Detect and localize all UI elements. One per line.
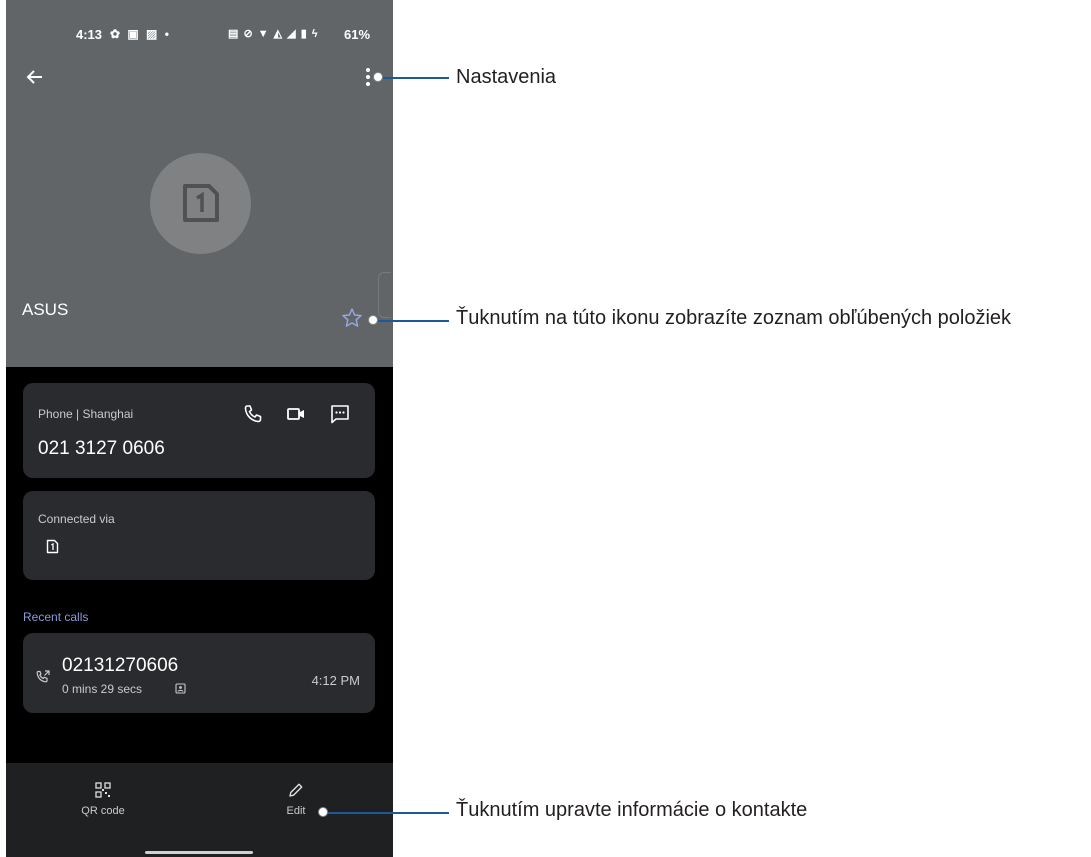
phone-type-label: Phone | Shanghai	[38, 407, 134, 421]
video-call-button[interactable]	[285, 403, 307, 425]
favorites-callout-label: Ťuknutím na túto ikonu zobrazíte zoznam …	[456, 307, 1012, 329]
contact-avatar	[150, 153, 251, 254]
pencil-icon	[289, 783, 303, 797]
contact-card-icon	[175, 683, 186, 694]
side-panel-handle[interactable]	[378, 272, 391, 318]
call-time: 4:12 PM	[311, 673, 360, 688]
notification-icons: ✿ ▣ ▨ •	[110, 27, 171, 41]
sim-card-1-icon	[183, 184, 219, 222]
call-number: 02131270606	[62, 655, 179, 676]
settings-callout-dot	[373, 72, 383, 82]
video-call-icon	[287, 408, 304, 420]
phone-number[interactable]: 021 3127 0606	[38, 438, 165, 460]
recent-calls-title: Recent calls	[23, 610, 89, 624]
arrow-left-icon	[26, 70, 42, 84]
message-button[interactable]	[329, 403, 351, 425]
recent-call-item[interactable]: 02131270606 0 mins 29 secs 4:12 PM	[23, 633, 375, 713]
back-button[interactable]	[20, 62, 50, 92]
connected-via-label: Connected via	[38, 512, 115, 526]
call-button[interactable]	[242, 403, 264, 425]
favorites-callout-dot	[368, 315, 378, 325]
edit-callout-dot	[318, 807, 328, 817]
call-duration: 0 mins 29 secs	[62, 682, 143, 696]
edit-callout-label: Ťuknutím upravte informácie o kontakte	[456, 799, 808, 821]
qr-code-label: QR code	[81, 805, 125, 817]
settings-callout-line	[377, 77, 449, 79]
star-outline-icon	[342, 308, 362, 327]
phone-number-card[interactable]: Phone | Shanghai 021 3127 0606	[23, 383, 375, 478]
status-time: 4:13	[76, 27, 103, 42]
edit-button[interactable]: Edit	[266, 781, 326, 821]
settings-callout-label: Nastavenia	[456, 66, 557, 88]
sim-card-1-icon	[46, 539, 59, 554]
bottom-action-bar: QR code Edit	[6, 763, 393, 857]
edit-label: Edit	[286, 805, 306, 817]
message-icon	[331, 405, 349, 424]
qr-code-icon	[95, 782, 111, 798]
favorite-button[interactable]	[340, 306, 364, 330]
outgoing-call-icon	[36, 670, 50, 683]
phone-screen: 4:13 ✿ ▣ ▨ • ▤ ⊘ ▼ ◭ ◢ ▮ ϟ 61% ASUS Phon…	[6, 0, 393, 857]
phone-call-icon	[244, 405, 262, 423]
status-bar: 4:13 ✿ ▣ ▨ • ▤ ⊘ ▼ ◭ ◢ ▮ ϟ 61%	[6, 24, 393, 46]
system-status-icons: ▤ ⊘ ▼ ◭ ◢ ▮ ϟ	[228, 28, 319, 40]
edit-callout-line	[326, 812, 449, 814]
connected-via-card: Connected via	[23, 491, 375, 580]
battery-level: 61%	[344, 27, 371, 42]
contact-header: 4:13 ✿ ▣ ▨ • ▤ ⊘ ▼ ◭ ◢ ▮ ϟ 61% ASUS	[6, 0, 393, 367]
qr-code-button[interactable]: QR code	[68, 781, 138, 821]
gesture-navigation-bar[interactable]	[145, 851, 253, 854]
contact-name: ASUS	[22, 300, 69, 319]
favorites-callout-line	[377, 320, 449, 322]
